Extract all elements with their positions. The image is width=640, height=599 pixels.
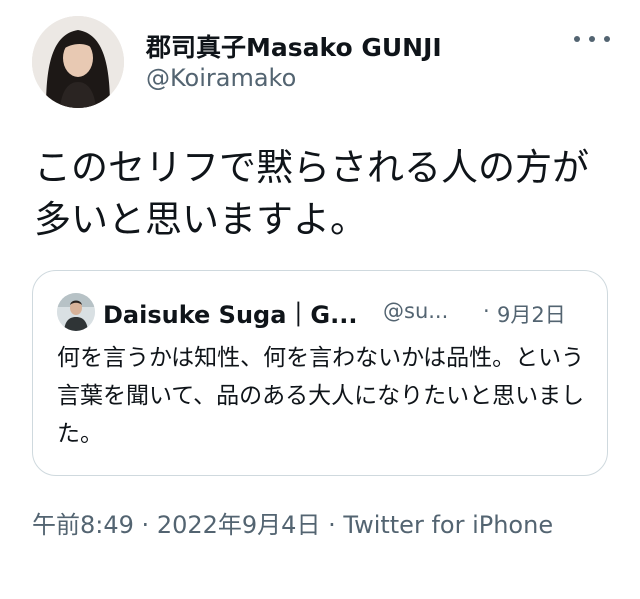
quoted-author-handle: @su... — [383, 299, 449, 323]
author-avatar[interactable] — [32, 16, 124, 108]
meta-separator: · — [328, 511, 336, 539]
tweet-date[interactable]: 2022年9月4日 — [157, 511, 321, 539]
quoted-tweet-date: 9月2日 — [497, 303, 566, 327]
quoted-tweet-card[interactable]: Daisuke Suga｜G... @su... · 9月2日 何を言うかは知性… — [32, 270, 608, 476]
more-dot — [604, 36, 610, 42]
more-dot — [574, 36, 580, 42]
quoted-author-avatar-image — [57, 293, 95, 331]
quoted-date-separator: · — [483, 299, 490, 323]
tweet-text: このセリフで黙らされる人の方が多いと思いますよ。 — [34, 146, 589, 241]
more-dot — [589, 36, 595, 42]
meta-separator: · — [141, 511, 150, 539]
tweet-metadata: 午前8:49 · 2022年9月4日 · Twitter for iPhone — [32, 506, 592, 544]
author-display-name[interactable]: 郡司真子Masako GUNJI — [146, 28, 442, 64]
quoted-tweet-text: 何を言うかは知性、何を言わないかは品性。という言葉を聞いて、品のある大人になりた… — [57, 345, 585, 447]
author-handle[interactable]: @Koiramako — [146, 64, 296, 92]
quoted-author-avatar — [57, 293, 95, 331]
tweet-time[interactable]: 午前8:49 — [32, 511, 134, 539]
author-avatar-image — [32, 16, 124, 108]
tweet-source[interactable]: Twitter for iPhone — [343, 511, 553, 539]
quoted-author-display-name: Daisuke Suga｜G... — [103, 301, 358, 329]
more-dots-icon[interactable] — [574, 24, 610, 54]
